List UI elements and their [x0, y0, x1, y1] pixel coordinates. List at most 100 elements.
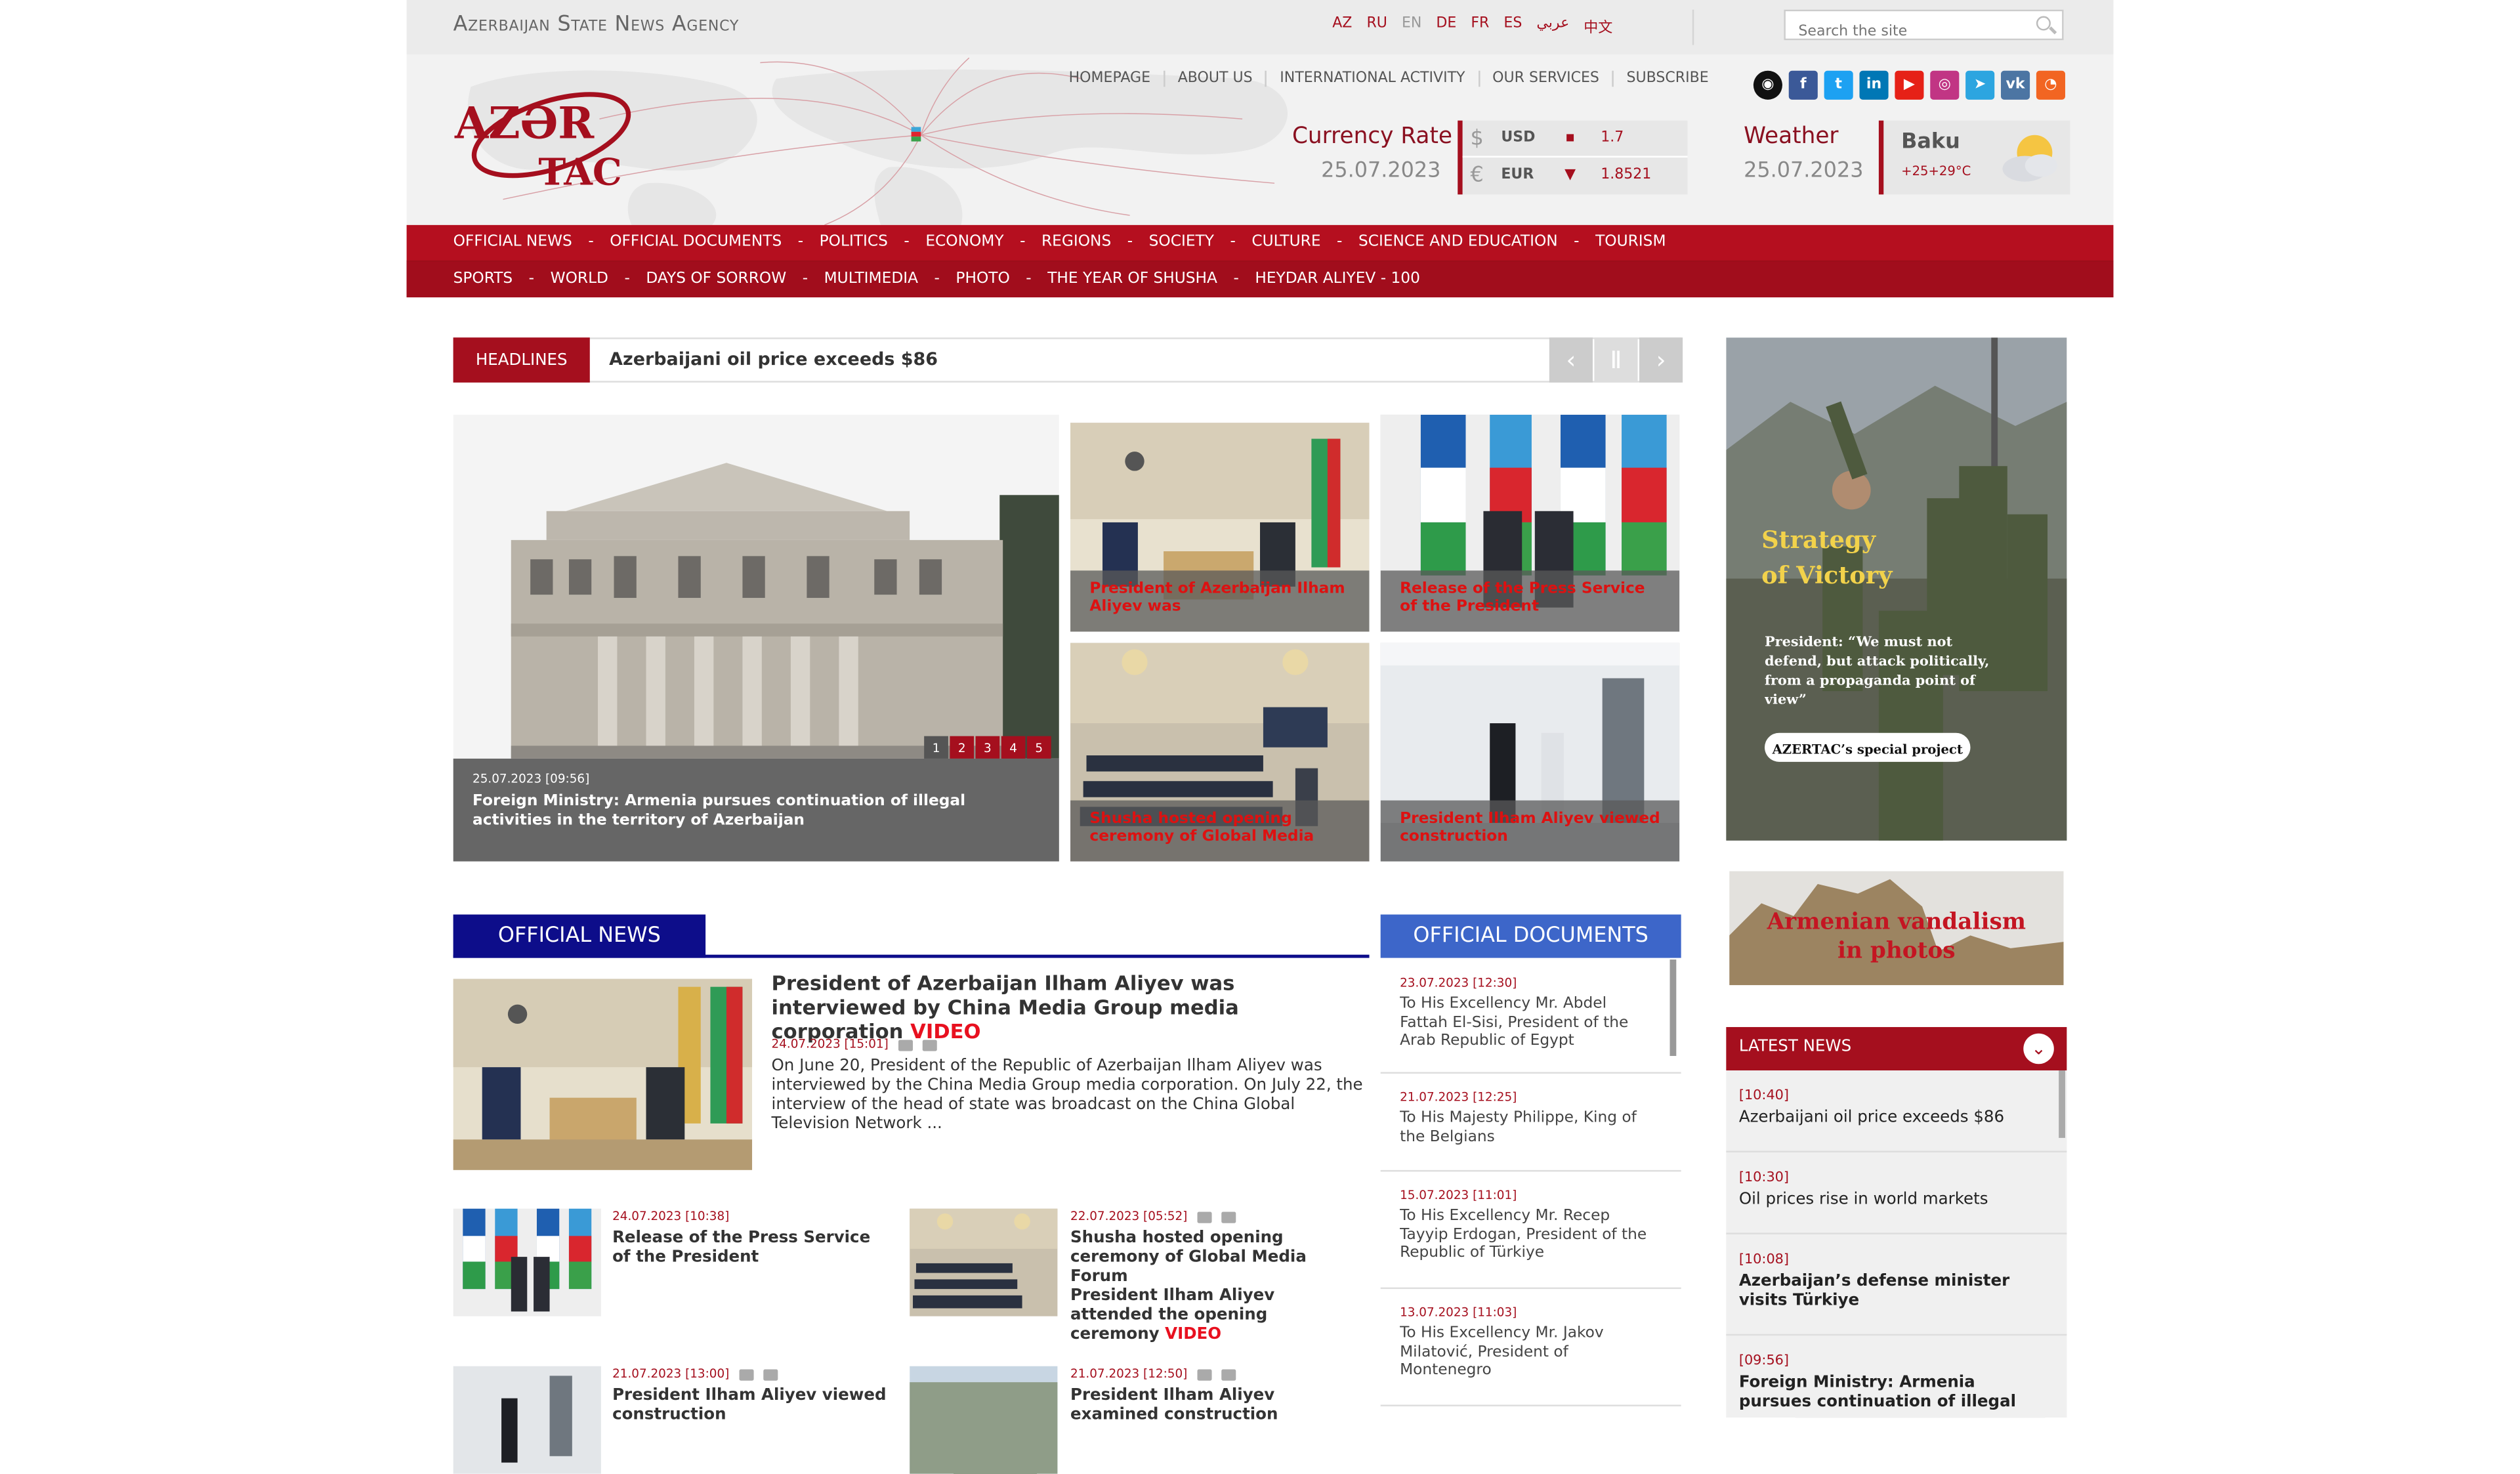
document-item[interactable]: 13.07.2023 [11:03] To His Excellency Mr.… — [1380, 1289, 1681, 1406]
slide-dot[interactable]: 1 — [924, 736, 948, 759]
linkedin-icon[interactable]: in — [1859, 70, 1889, 100]
story-image-construction[interactable] — [453, 1366, 601, 1474]
story-image-examined-construction[interactable] — [910, 1366, 1058, 1474]
story-title[interactable]: Shusha hosted opening ceremony of Global… — [1070, 1229, 1360, 1345]
official-documents-heading[interactable]: OFFICIAL DOCUMENTS — [1380, 914, 1681, 958]
trend-down-icon: ▼ — [1564, 167, 1576, 184]
main-story-summary: On June 20, President of the Republic of… — [771, 1057, 1363, 1133]
story-title[interactable]: President Ilham Aliyev examined construc… — [1070, 1387, 1360, 1425]
youtube-icon[interactable]: ▶ — [1895, 70, 1924, 100]
foreign-ministry-building-image — [453, 414, 1059, 759]
lang-es[interactable]: ES — [1503, 16, 1522, 37]
nav-official-news[interactable]: OFFICIAL NEWS — [453, 233, 572, 251]
svg-text:in photos: in photos — [1838, 938, 1956, 964]
search-input[interactable] — [1785, 18, 2036, 46]
victory-quote: President: “We must not defend, but atta… — [1765, 635, 1990, 709]
nav-heydar-aliyev-100[interactable]: HEYDAR ALIYEV - 100 — [1255, 270, 1420, 287]
featured-slider[interactable]: 1 2 3 4 5 25.07.2023 [09:56] Foreign Min… — [453, 414, 1059, 862]
headlines-ticker: HEADLINES Azerbaijani oil price exceeds … — [453, 337, 1683, 383]
latest-news-item[interactable]: [10:30] Oil prices rise in world markets — [1726, 1152, 2067, 1234]
lang-en[interactable]: EN — [1402, 16, 1421, 37]
site-header: AZƏR TAC HOMEPAGE ABOUT US INTERNATIONAL… — [406, 54, 2114, 225]
camera-icon — [1197, 1368, 1212, 1380]
strategy-of-victory-banner[interactable]: Strategy of Victory President: “We must … — [1726, 337, 2067, 841]
headline-link[interactable]: Azerbaijani oil price exceeds $86 — [609, 348, 938, 369]
main-story-title[interactable]: President of Azerbaijan Ilham Aliyev was… — [772, 971, 1374, 1043]
search-icon[interactable] — [2036, 16, 2051, 31]
lang-ar[interactable]: عربي — [1536, 16, 1569, 37]
lang-de[interactable]: DE — [1436, 16, 1456, 37]
nav-official-documents[interactable]: OFFICIAL DOCUMENTS — [610, 233, 782, 251]
headlines-label: HEADLINES — [453, 337, 590, 383]
nav-multimedia[interactable]: MULTIMEDIA — [824, 270, 918, 287]
latest-news-item[interactable]: [10:40] Azerbaijani oil price exceeds $8… — [1726, 1070, 2067, 1152]
trend-flat-icon: ▪ — [1565, 130, 1576, 146]
nav-culture[interactable]: CULTURE — [1251, 233, 1320, 251]
nav-economy[interactable]: ECONOMY — [925, 233, 1003, 251]
slide-title[interactable]: Foreign Ministry: Armenia pursues contin… — [472, 792, 1019, 831]
video-camera-icon — [922, 1039, 937, 1051]
nav-society[interactable]: SOCIETY — [1149, 233, 1214, 251]
next-arrow-icon[interactable]: › — [1639, 337, 1683, 383]
lang-fr[interactable]: FR — [1471, 16, 1489, 37]
story-title[interactable]: Release of the Press Service of the Pres… — [612, 1229, 894, 1268]
nav-days-of-sorrow[interactable]: DAYS OF SORROW — [646, 270, 786, 287]
lang-az[interactable]: AZ — [1332, 16, 1352, 37]
latest-news-item[interactable]: [09:56] Foreign Ministry: Armenia pursue… — [1726, 1336, 2067, 1418]
vk-icon[interactable]: vk — [2001, 70, 2030, 100]
nav-regions[interactable]: REGIONS — [1041, 233, 1111, 251]
featured-thumb[interactable]: Shusha hosted opening ceremony of Global… — [1070, 642, 1370, 862]
twitter-icon[interactable]: t — [1824, 70, 1853, 100]
story-image-press-release[interactable] — [453, 1208, 601, 1316]
nav-politics[interactable]: POLITICS — [820, 233, 888, 251]
currency-code: USD — [1501, 130, 1536, 146]
slide-dot[interactable]: 4 — [1001, 736, 1026, 759]
armenian-vandalism-banner[interactable]: Armenian vandalism in photos — [1729, 871, 2064, 986]
slide-dot[interactable]: 3 — [975, 736, 1000, 759]
latest-news-item[interactable]: [10:08] Azerbaijan’s defense minister vi… — [1726, 1234, 2067, 1336]
document-title: To His Majesty Philippe, King of the Bel… — [1400, 1108, 1637, 1145]
interview-story-image[interactable] — [453, 979, 753, 1170]
document-item[interactable]: 15.07.2023 [11:01] To His Excellency Mr.… — [1380, 1171, 1681, 1290]
latest-news-scrollbar[interactable] — [2059, 1070, 2065, 1138]
nav-international-activity[interactable]: INTERNATIONAL ACTIVITY — [1265, 70, 1478, 87]
nav-about-us[interactable]: ABOUT US — [1163, 70, 1266, 87]
story-title[interactable]: President Ilham Aliyev viewed constructi… — [612, 1387, 894, 1425]
instagram-icon[interactable]: ◎ — [1930, 70, 1960, 100]
accessibility-eye-icon[interactable]: ◉ — [1753, 70, 1782, 100]
slide-dot[interactable]: 5 — [1026, 736, 1051, 759]
chevron-down-icon[interactable]: ⌄ — [2023, 1033, 2054, 1064]
nav-sports[interactable]: SPORTS — [453, 270, 513, 287]
slide-dot[interactable]: 2 — [950, 736, 975, 759]
featured-thumb[interactable]: President Ilham Aliyev viewed constructi… — [1380, 642, 1680, 862]
nav-our-services[interactable]: OUR SERVICES — [1478, 70, 1612, 87]
top-nav: HOMEPAGE ABOUT US INTERNATIONAL ACTIVITY… — [1056, 70, 1722, 87]
prev-arrow-icon[interactable]: ‹ — [1549, 337, 1593, 383]
weather-widget[interactable]: Baku +25+29°C — [1878, 120, 2070, 195]
nav-world[interactable]: WORLD — [551, 270, 608, 287]
official-news-heading[interactable]: OFFICIAL NEWS — [453, 914, 706, 958]
lang-zh[interactable]: 中文 — [1584, 16, 1612, 37]
lang-ru[interactable]: RU — [1366, 16, 1387, 37]
facebook-icon[interactable]: f — [1788, 70, 1818, 100]
nav-photo[interactable]: PHOTO — [956, 270, 1009, 287]
telegram-icon[interactable]: ➤ — [1965, 70, 1995, 100]
nav-subscribe[interactable]: SUBSCRIBE — [1612, 70, 1722, 87]
document-item[interactable]: 23.07.2023 [12:30] To His Excellency Mr.… — [1380, 959, 1681, 1074]
video-camera-icon — [1221, 1211, 1236, 1223]
story-image-shusha-forum[interactable] — [910, 1208, 1058, 1316]
featured-thumb[interactable]: Release of the Press Service of the Pres… — [1380, 414, 1680, 632]
rss-icon[interactable]: ◔ — [2036, 70, 2065, 100]
nav-homepage[interactable]: HOMEPAGE — [1056, 71, 1164, 87]
news-time: [09:56] — [1738, 1353, 1790, 1370]
nav-science-and-education[interactable]: SCIENCE AND EDUCATION — [1358, 233, 1558, 251]
thumb-caption: Release of the Press Service of the Pres… — [1380, 570, 1680, 632]
azertac-logo[interactable]: AZƏR TAC — [452, 87, 637, 193]
nav-tourism[interactable]: TOURISM — [1595, 233, 1666, 251]
news-title: Oil prices rise in world markets — [1738, 1190, 1988, 1209]
featured-thumb[interactable]: President of Azerbaijan Ilham Aliyev was — [1070, 423, 1370, 632]
pause-icon[interactable]: Ⅱ — [1594, 337, 1638, 383]
video-camera-icon — [763, 1368, 778, 1380]
nav-year-of-shusha[interactable]: THE YEAR OF SHUSHA — [1047, 270, 1217, 287]
document-item[interactable]: 21.07.2023 [12:25] To His Majesty Philip… — [1380, 1074, 1681, 1172]
